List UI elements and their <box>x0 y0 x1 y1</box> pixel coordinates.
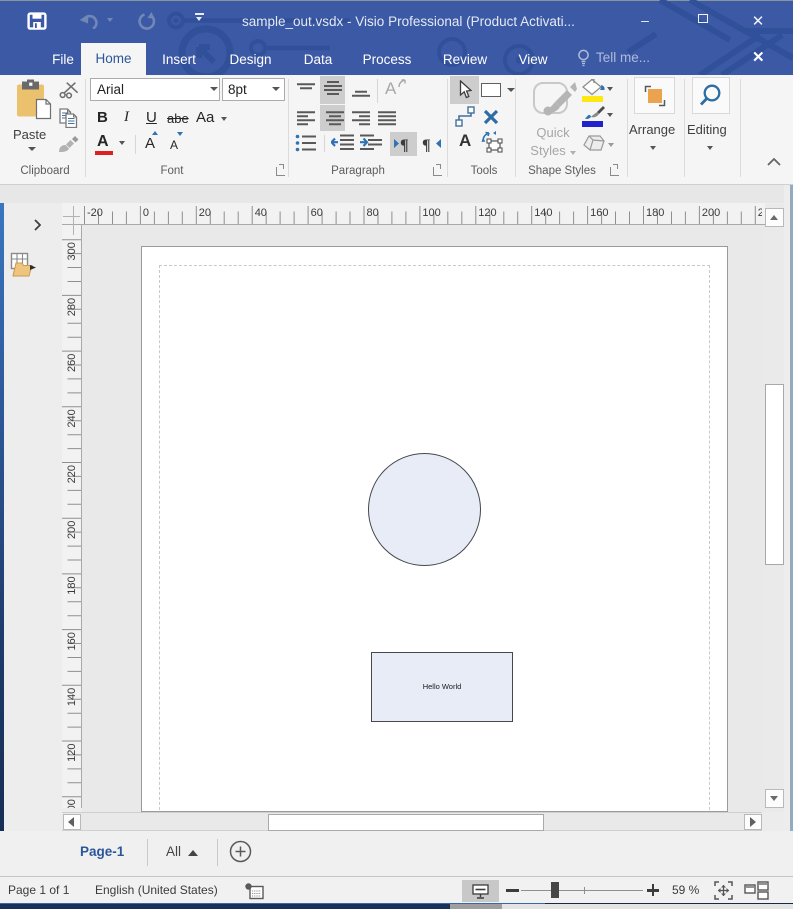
svg-text:140: 140 <box>534 207 552 219</box>
svg-text:220: 220 <box>758 207 762 219</box>
svg-text:¶: ¶ <box>400 137 409 152</box>
svg-text:40: 40 <box>255 207 267 219</box>
svg-text:20: 20 <box>199 207 211 219</box>
svg-text:0: 0 <box>143 207 149 219</box>
svg-text:100: 100 <box>422 207 440 219</box>
svg-text:280: 280 <box>66 298 78 316</box>
svg-text:160: 160 <box>66 632 78 650</box>
svg-text:120: 120 <box>66 744 78 762</box>
svg-text:60: 60 <box>311 207 323 219</box>
svg-text:180: 180 <box>66 576 78 594</box>
svg-text:120: 120 <box>478 207 496 219</box>
svg-text:160: 160 <box>590 207 608 219</box>
svg-text:300: 300 <box>66 242 78 260</box>
svg-text:200: 200 <box>66 521 78 539</box>
svg-text:80: 80 <box>367 207 379 219</box>
svg-text:¶: ¶ <box>422 137 431 152</box>
svg-text:140: 140 <box>66 688 78 706</box>
svg-text:180: 180 <box>646 207 664 219</box>
svg-text:260: 260 <box>66 354 78 372</box>
svg-text:240: 240 <box>66 409 78 427</box>
svg-text:200: 200 <box>702 207 720 219</box>
svg-text:100: 100 <box>66 799 78 808</box>
svg-text:-20: -20 <box>87 207 103 219</box>
svg-text:220: 220 <box>66 465 78 483</box>
